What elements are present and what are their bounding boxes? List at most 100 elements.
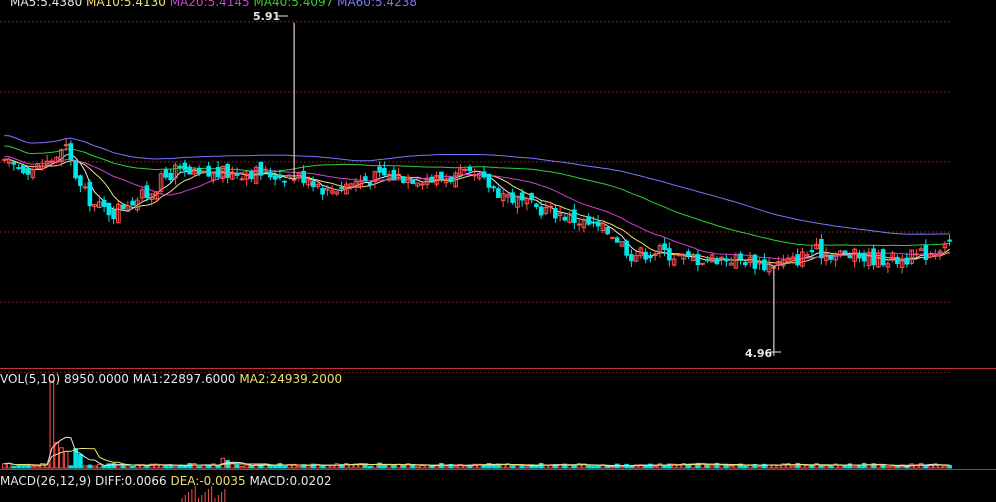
candle-body — [401, 176, 406, 183]
candle-body — [572, 209, 577, 223]
candle-body — [624, 240, 629, 256]
volume-bar — [382, 465, 387, 469]
candle-body — [491, 186, 496, 189]
candle-body — [714, 258, 720, 265]
candle-body — [861, 252, 867, 262]
volume-bar — [130, 465, 135, 469]
volume-bar — [705, 463, 710, 469]
volume-bar — [196, 466, 202, 469]
candle-body — [486, 173, 492, 188]
legend-entry: VOL(5,10) 8950.0000 — [0, 372, 129, 386]
candle-body — [795, 254, 800, 266]
price-ma-legend: MA5:5.4380 MA10:5.4130 MA20:5.4145 MA40:… — [10, 0, 417, 9]
candle-body — [643, 251, 648, 260]
volume-bar — [662, 465, 667, 469]
candle-body — [320, 188, 325, 195]
candle-body — [595, 221, 601, 227]
candle-body — [947, 239, 952, 242]
candle-body — [847, 255, 853, 259]
candle-body — [82, 186, 88, 189]
volume-bar — [272, 464, 278, 469]
candle-body — [63, 144, 69, 147]
candle-body — [472, 174, 477, 177]
volume-bar — [111, 462, 116, 469]
stock-chart: MA5:5.4380 MA10:5.4130 MA20:5.4145 MA40:… — [0, 0, 996, 502]
candle-body — [629, 254, 634, 262]
candle-body — [752, 254, 758, 269]
candle-body — [182, 162, 188, 171]
candle-body — [206, 165, 211, 177]
volume-bar — [282, 465, 287, 469]
volume-bar — [895, 466, 900, 469]
volume-bar — [809, 465, 815, 469]
volume-bar — [277, 463, 283, 469]
candle-body — [249, 171, 254, 180]
volume-bar — [87, 464, 93, 469]
volume-bar — [401, 465, 406, 469]
candle-body — [25, 168, 31, 175]
high-price-label: 5.91 — [253, 10, 280, 23]
volume-bar — [605, 465, 610, 469]
candle-body — [291, 178, 297, 181]
candle-body — [819, 239, 824, 259]
volume-bar — [743, 465, 748, 469]
candle-body — [762, 259, 767, 271]
volume-bar — [320, 465, 325, 469]
volume-bar — [439, 462, 444, 469]
volume-bar — [391, 464, 397, 469]
volume-bar — [572, 464, 577, 469]
legend-entry: MA10:5.4130 — [82, 0, 166, 9]
candle-body — [163, 169, 169, 178]
candle-body — [363, 176, 368, 182]
volume-bar — [78, 454, 83, 469]
candle-body — [21, 165, 26, 174]
candle-body — [562, 216, 568, 221]
candle-body — [16, 167, 21, 170]
volume-bar — [11, 465, 17, 469]
volume-bar — [595, 465, 601, 469]
candle-body — [510, 192, 515, 203]
candle-body — [828, 255, 834, 260]
candle-body — [225, 163, 230, 178]
candle-body — [610, 236, 615, 239]
candle-body — [49, 160, 55, 163]
candle-body — [439, 171, 444, 180]
candle-body — [101, 199, 107, 207]
candle-body — [234, 172, 240, 176]
candle-body — [738, 253, 743, 260]
candle-body — [462, 168, 468, 171]
candle-body — [310, 181, 316, 187]
candle-body — [339, 186, 344, 190]
candle-body — [614, 237, 620, 243]
candle-body — [842, 250, 848, 254]
volume-bar — [861, 462, 867, 469]
legend-entry: MACD:0.0202 — [246, 474, 332, 488]
volume-bar — [429, 465, 435, 469]
candle-body — [586, 216, 591, 225]
candle-body — [933, 254, 938, 257]
candle-body — [377, 166, 382, 173]
candle-body — [367, 182, 373, 186]
legend-entry: DIFF:0.0066 — [91, 474, 167, 488]
candle-body — [144, 185, 150, 198]
volume-bar — [249, 465, 254, 469]
candle-body — [120, 204, 126, 210]
candle-body — [272, 175, 278, 180]
candle-body — [880, 249, 886, 266]
candle-body — [481, 171, 487, 178]
candle-body — [809, 250, 815, 253]
volume-bar — [491, 464, 496, 469]
volume-bar — [828, 464, 834, 469]
volume-bar — [842, 464, 848, 469]
candle-body — [467, 166, 473, 171]
candle-body — [87, 181, 93, 207]
candle-body — [548, 205, 553, 208]
volume-bar — [586, 465, 591, 469]
legend-entry: MACD(26,12,9) — [0, 474, 91, 488]
volume-bar — [367, 465, 373, 469]
candle-body — [923, 244, 929, 260]
low-price-label: 4.96 — [745, 347, 772, 360]
candle-body — [448, 176, 454, 183]
volume-bar — [591, 465, 596, 469]
volume-bar — [234, 464, 240, 469]
